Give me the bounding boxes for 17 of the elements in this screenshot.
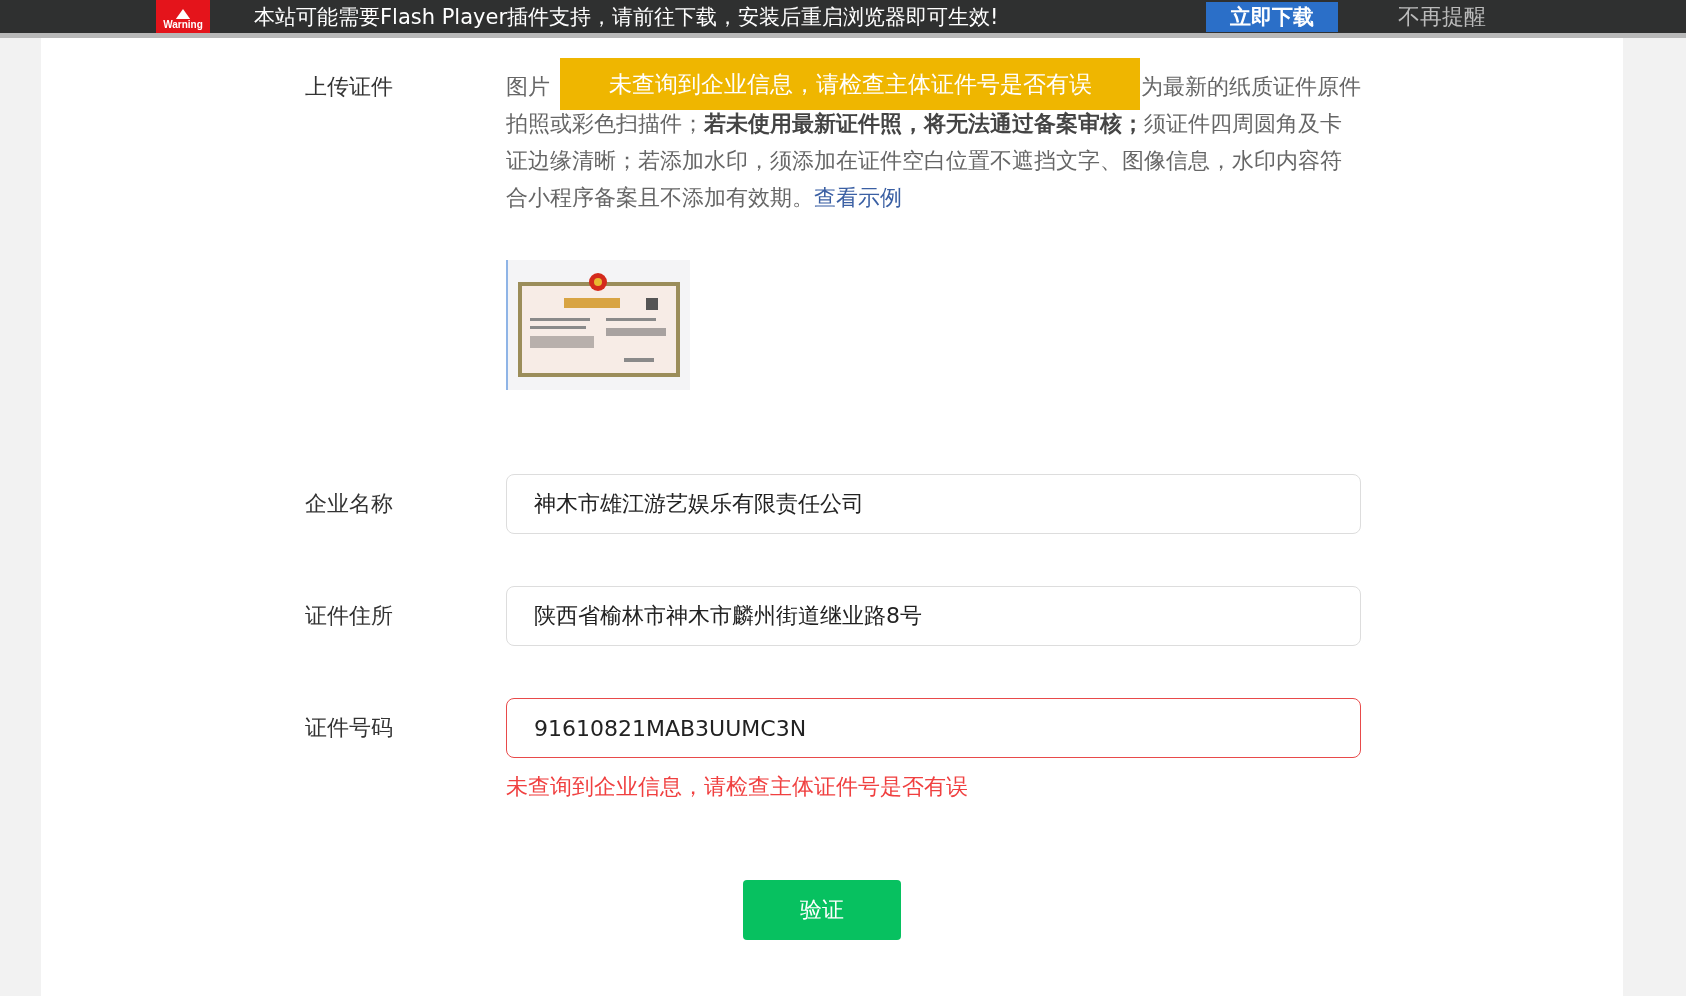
input-field[interactable]: 91610821MAB3UUMC3N xyxy=(506,698,1361,758)
field-label: 企业名称 xyxy=(305,490,394,518)
warning-icon xyxy=(174,9,192,19)
error-toast: 未查询到企业信息，请检查主体证件号是否有误 xyxy=(560,58,1140,110)
dismiss-link[interactable]: 不再提醒 xyxy=(1398,1,1486,32)
field-label: 证件住所 xyxy=(305,602,394,630)
hint-text: 为最新的纸质证件原件 xyxy=(1141,73,1361,101)
hint-text: 图片 xyxy=(506,73,550,101)
input-field[interactable]: 陕西省榆林市神木市麟州街道继业路8号 xyxy=(506,586,1361,646)
download-button[interactable]: 立即下载 xyxy=(1206,1,1338,32)
input-field[interactable]: 神木市雄江游艺娱乐有限责任公司 xyxy=(506,474,1361,534)
notice-message: 本站可能需要Flash Player插件支持，请前往下载，安装后重启浏览器即可生效! xyxy=(254,3,999,31)
field-label: 证件号码 xyxy=(305,714,394,742)
error-message: 未查询到企业信息，请检查主体证件号是否有误 xyxy=(506,773,969,801)
warning-label: Warning xyxy=(163,19,203,30)
field-label: 上传证件 xyxy=(305,73,394,101)
example-link[interactable]: 查看示例 xyxy=(814,185,902,210)
